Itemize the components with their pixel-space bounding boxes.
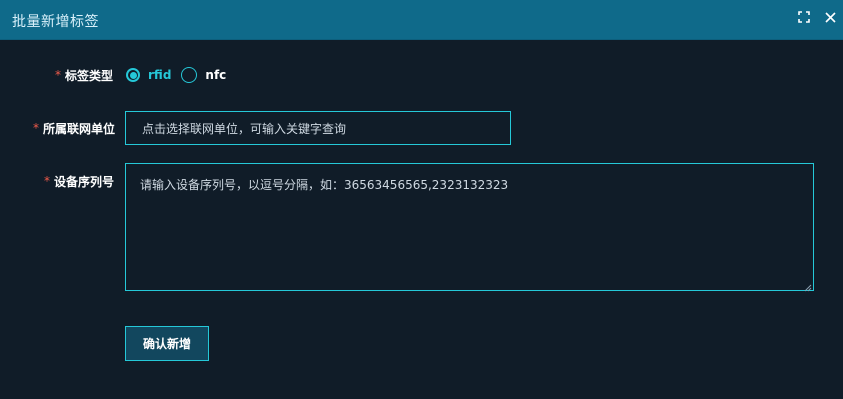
dialog-titlebar: 批量新增标签 <box>0 0 843 40</box>
network-unit-placeholder: 点击选择联网单位，可输入关键字查询 <box>142 121 347 136</box>
resize-grip-icon[interactable] <box>804 281 812 292</box>
network-unit-label-group: * 所属联网单位 <box>33 119 115 137</box>
network-unit-label: 所属联网单位 <box>43 121 116 136</box>
required-mark: * <box>55 68 61 82</box>
batch-add-tags-dialog: 批量新增标签 * 标签类型 rfid nfc * 所属联网单位 点击选择联网单位… <box>0 0 843 399</box>
tag-type-radio-group: rfid nfc <box>126 67 236 83</box>
radio-nfc[interactable] <box>181 67 198 83</box>
network-unit-input[interactable]: 点击选择联网单位，可输入关键字查询 <box>125 111 511 145</box>
tag-type-label: 标签类型 <box>65 68 114 83</box>
tag-type-label-group: * 标签类型 <box>55 66 113 84</box>
serial-numbers-placeholder: 请输入设备序列号，以逗号分隔，如：36563456565,2323132323 <box>140 178 509 192</box>
radio-nfc-label[interactable]: nfc <box>205 68 226 82</box>
dialog-title: 批量新增标签 <box>12 14 99 30</box>
serial-numbers-textarea[interactable]: 请输入设备序列号，以逗号分隔，如：36563456565,2323132323 <box>125 163 814 292</box>
radio-rfid-label[interactable]: rfid <box>148 68 171 82</box>
fullscreen-icon[interactable] <box>797 10 811 24</box>
serial-numbers-label: 设备序列号 <box>54 174 115 189</box>
required-mark: * <box>44 174 50 188</box>
serial-label-group: * 设备序列号 <box>44 172 114 190</box>
close-icon[interactable] <box>823 10 837 24</box>
title-actions <box>797 10 837 24</box>
required-mark: * <box>33 121 39 135</box>
confirm-add-button[interactable]: 确认新增 <box>125 326 209 361</box>
radio-rfid[interactable] <box>126 68 140 82</box>
